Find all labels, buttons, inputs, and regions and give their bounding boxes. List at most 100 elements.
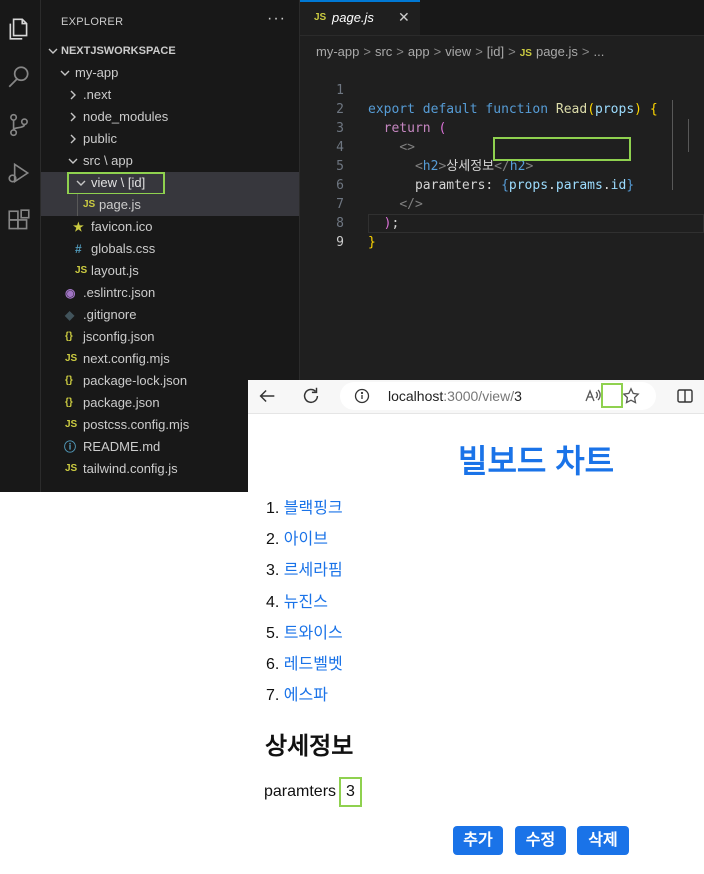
detail-label: paramters — [264, 783, 337, 801]
code-line: 7 ); — [300, 176, 704, 231]
tree-label: README.md — [83, 439, 161, 454]
js-file-icon: JS — [75, 265, 88, 276]
tab-bar: JS page.js ✕ — [300, 0, 704, 36]
breadcrumb-item[interactable]: page.js — [536, 44, 578, 59]
list-link[interactable]: 트와이스 — [284, 625, 343, 642]
code-editor: JS page.js ✕ my-app > src > app > view > [id] > JS… — [300, 0, 704, 380]
tree-label: page.js — [99, 197, 141, 212]
tree-label: postcss.config.mjs — [83, 417, 190, 432]
run-debug-icon[interactable] — [6, 160, 32, 186]
indent-guide — [672, 100, 673, 190]
add-button[interactable]: 추가 — [453, 826, 503, 855]
close-icon[interactable]: ✕ — [398, 9, 410, 26]
chevron-right-icon — [67, 87, 79, 103]
indent-guide — [688, 119, 689, 152]
breadcrumb: my-app > src > app > view > [id] > JS page.js >... — [316, 44, 604, 59]
list-item: 4. 뉴진스 — [266, 593, 328, 611]
search-icon[interactable] — [6, 64, 32, 90]
source-control-icon[interactable] — [6, 112, 32, 138]
page-title: 빌보드 차트 — [458, 443, 615, 479]
code-line: 9 — [300, 214, 704, 250]
code-line: 2 return ( — [300, 81, 704, 136]
delete-button[interactable]: 삭제 — [577, 826, 629, 855]
favorite-star-icon[interactable] — [622, 387, 640, 405]
tree-label: globals.css — [91, 241, 156, 256]
tree-file-next-config[interactable]: JS next.config.mjs — [41, 348, 299, 370]
code-line: 4 <h2>상세정보</h2> — [300, 119, 704, 174]
tree-folder-public[interactable]: public — [41, 128, 299, 150]
workspace-root[interactable]: NEXTJSWORKSPACE — [41, 40, 299, 62]
breadcrumb-item[interactable]: src — [375, 44, 392, 59]
breadcrumb-item[interactable]: app — [408, 44, 430, 59]
breadcrumb-separator: > — [433, 44, 442, 59]
tree-file-gitignore[interactable]: ◆ .gitignore — [41, 304, 299, 326]
split-screen-icon[interactable] — [674, 385, 696, 407]
list-link[interactable]: 블랙핑크 — [284, 500, 343, 517]
tree-label: favicon.ico — [91, 219, 153, 234]
tree-label: package-lock.json — [83, 373, 188, 388]
tree-file-page-js[interactable]: JS page.js — [41, 194, 299, 216]
browser-window: localhost:3000/view/3 빌보드 차트 1. 블랙핑크 2. … — [248, 380, 704, 874]
highlight-box-folder — [67, 172, 165, 195]
tree-folder-node-modules[interactable]: node_modules — [41, 106, 299, 128]
js-file-icon: JS — [83, 199, 96, 210]
url-text[interactable]: localhost:3000/view/3 — [388, 388, 522, 404]
breadcrumb-separator: > — [581, 44, 590, 59]
tree-label: .eslintrc.json — [83, 285, 156, 300]
tree-folder-src-app[interactable]: src \ app — [41, 150, 299, 172]
breadcrumb-separator: > — [475, 44, 483, 59]
tab-label: page.js — [332, 10, 374, 25]
list-link[interactable]: 아이브 — [284, 531, 328, 548]
tree-file-layout-js[interactable]: JS layout.js — [41, 260, 299, 282]
tree-label: tailwind.config.js — [83, 461, 178, 476]
chevron-down-icon — [67, 153, 79, 169]
code-line: 3 <> — [300, 100, 704, 155]
read-aloud-icon[interactable] — [584, 387, 602, 405]
tree-file-eslintrc[interactable]: ◉ .eslintrc.json — [41, 282, 299, 304]
more-actions-icon[interactable]: ··· — [267, 10, 286, 28]
tree-label: layout.js — [91, 263, 139, 278]
tree-label: .next — [83, 87, 112, 102]
explorer-icon[interactable] — [6, 16, 32, 42]
chevron-down-icon — [59, 65, 71, 81]
tab-page-js[interactable]: JS page.js ✕ — [300, 0, 420, 35]
edit-button[interactable]: 수정 — [515, 826, 566, 855]
tree-folder-next[interactable]: .next — [41, 84, 299, 106]
info-icon: ⓘ — [64, 440, 77, 454]
list-item: 6. 레드벨벳 — [266, 655, 343, 673]
detail-value: 3 — [339, 777, 362, 807]
list-link[interactable]: 레드벨벳 — [284, 656, 343, 673]
explorer-title: EXPLORER — [61, 16, 124, 28]
code-line: 8 } — [300, 195, 704, 250]
refresh-icon[interactable] — [300, 385, 322, 407]
tree-file-jsconfig[interactable]: {} jsconfig.json — [41, 326, 299, 348]
breadcrumb-item[interactable]: my-app — [316, 44, 359, 59]
chevron-right-icon — [67, 131, 79, 147]
star-icon: ★ — [73, 220, 84, 234]
git-icon: ◆ — [65, 308, 75, 322]
tree-file-globals-css[interactable]: # globals.css — [41, 238, 299, 260]
json-file-icon: {} — [65, 397, 73, 408]
js-file-icon: JS — [519, 48, 532, 59]
list-link[interactable]: 에스파 — [284, 687, 328, 704]
tree-folder-my-app[interactable]: my-app — [41, 62, 299, 84]
json-file-icon: {} — [65, 375, 73, 386]
tree-file-favicon[interactable]: ★ favicon.ico — [41, 216, 299, 238]
breadcrumb-item[interactable]: ... — [593, 44, 604, 59]
list-link[interactable]: 뉴진스 — [284, 594, 328, 611]
extensions-icon[interactable] — [6, 208, 32, 234]
list-item: 5. 트와이스 — [266, 624, 343, 642]
breadcrumb-item[interactable]: [id] — [487, 44, 504, 59]
list-item: 3. 르세라핌 — [266, 562, 343, 580]
list-link[interactable]: 르세라핌 — [284, 562, 343, 579]
tree-label: .gitignore — [83, 307, 137, 322]
site-info-icon[interactable] — [354, 388, 370, 404]
breadcrumb-item[interactable]: view — [445, 44, 471, 59]
back-arrow-icon[interactable] — [256, 385, 278, 407]
css-file-icon: # — [75, 242, 82, 256]
line-number: 9 — [336, 235, 344, 250]
js-file-icon: JS — [65, 463, 78, 474]
breadcrumb-separator: > — [508, 44, 516, 59]
chart-list: 1. 블랙핑크 2. 아이브 3. 르세라핌 4. 뉴진스 5. 트와이스 6.… — [266, 499, 343, 717]
code-line: 1 export default function Read(props) { — [300, 62, 704, 117]
